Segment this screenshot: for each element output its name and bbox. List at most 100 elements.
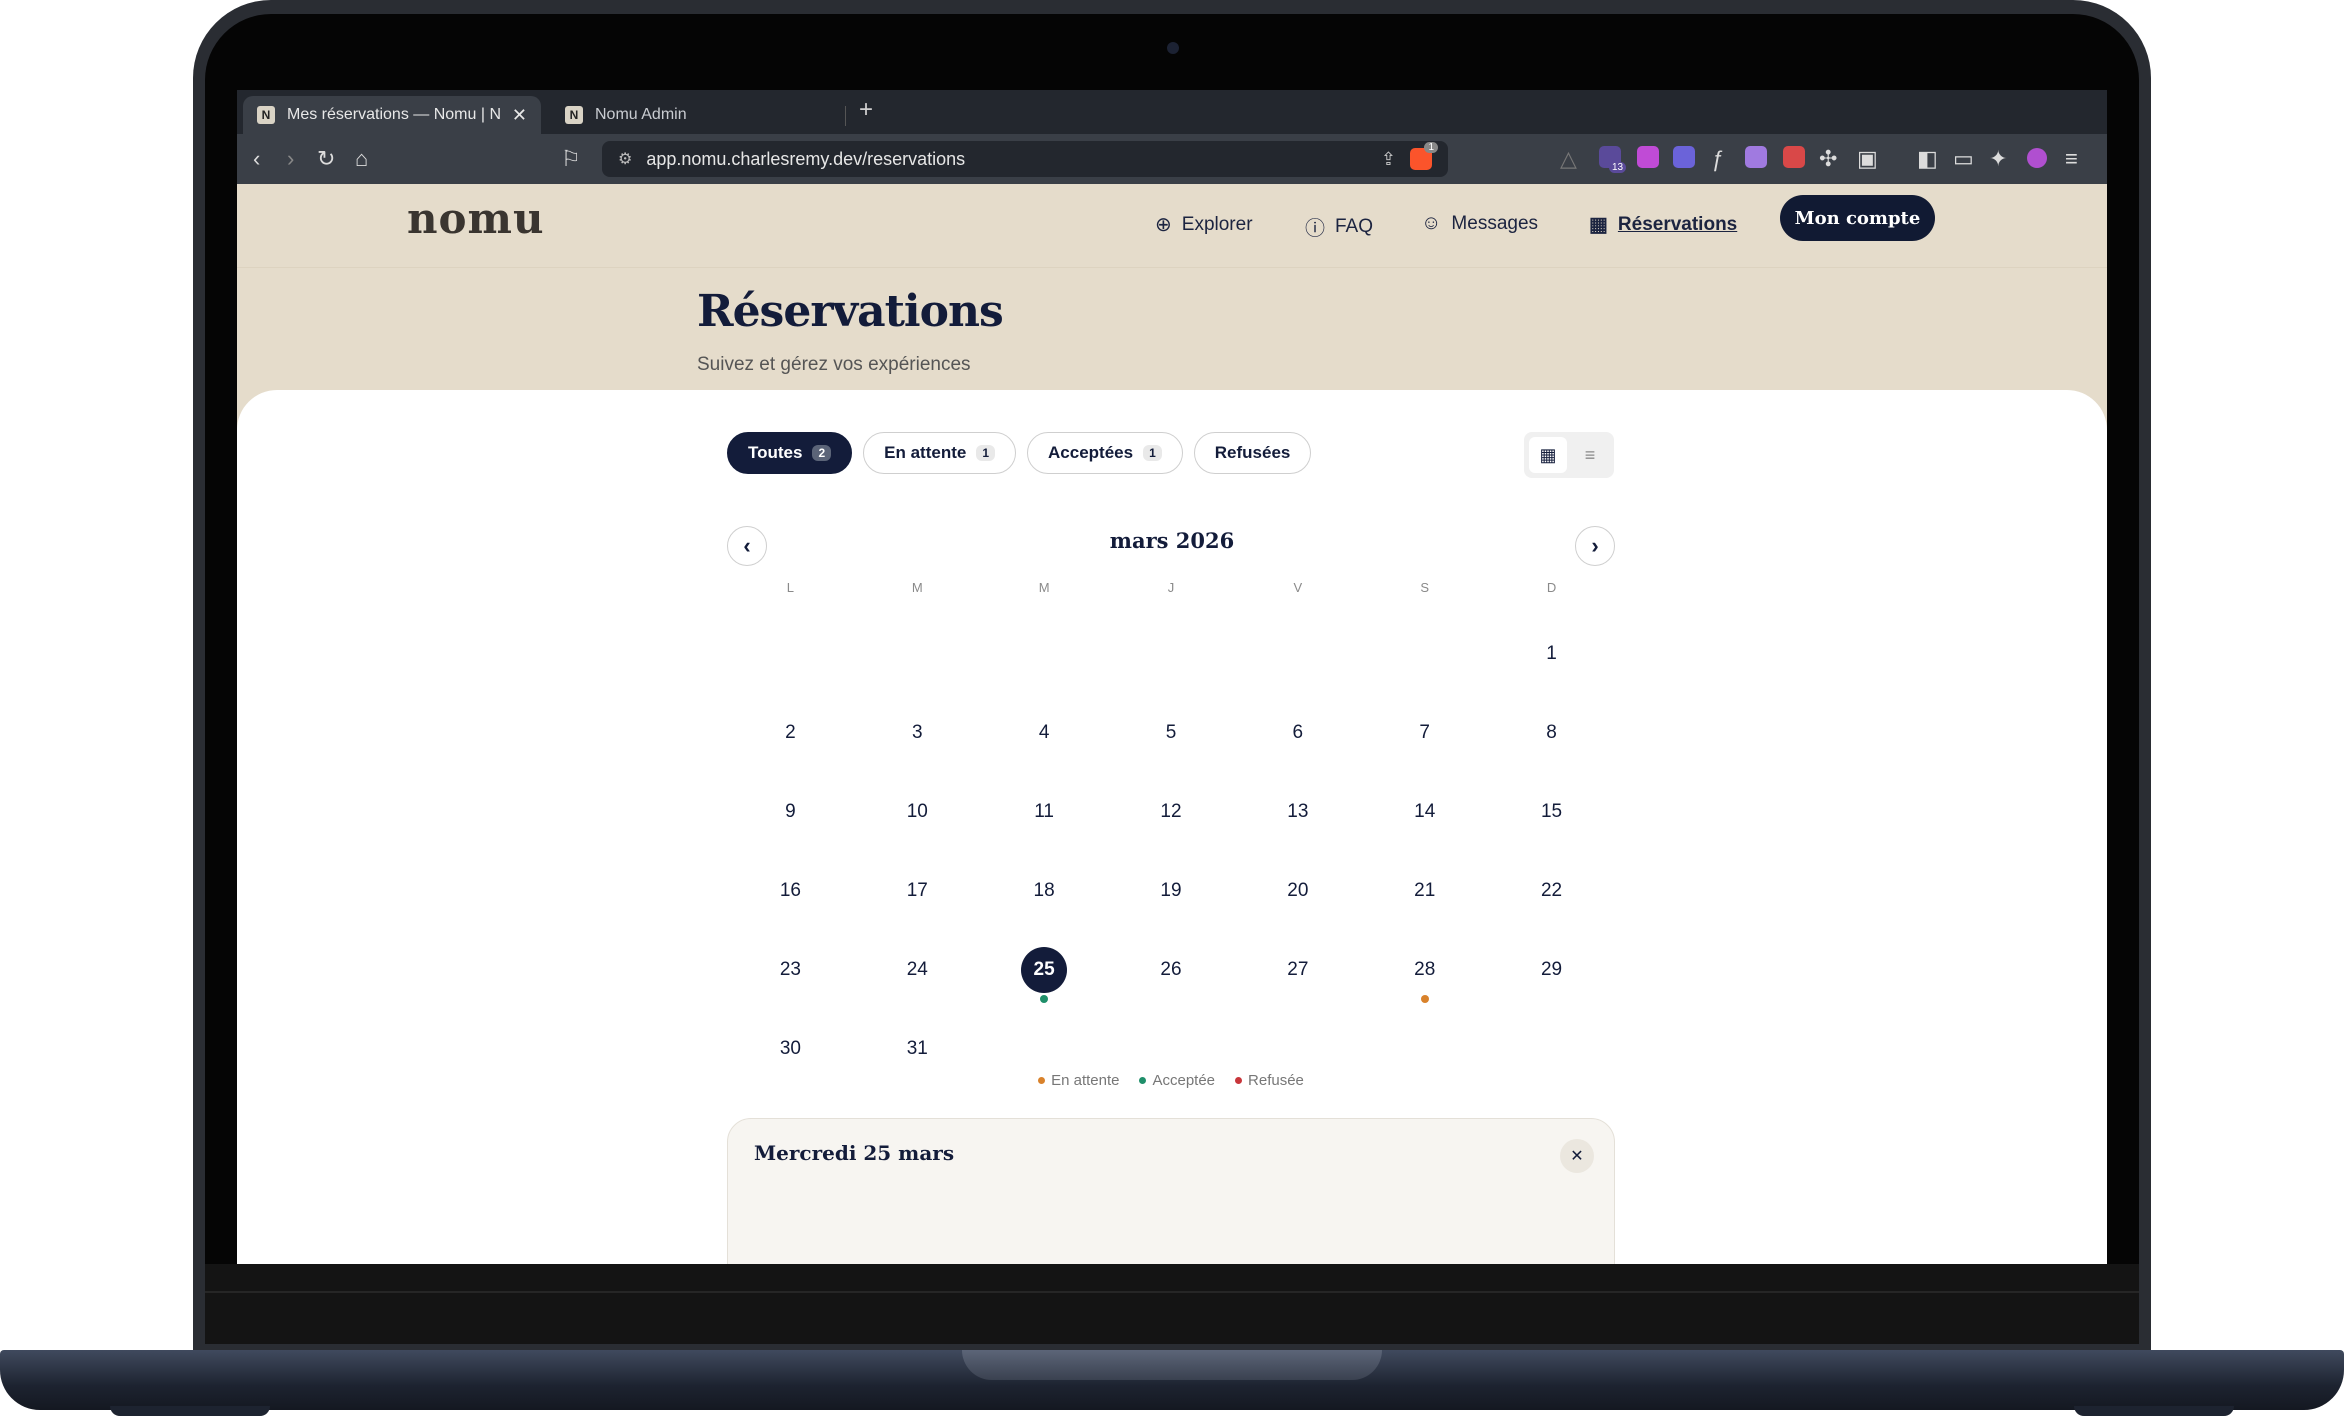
nav-label: FAQ	[1335, 215, 1374, 237]
calendar-day-13[interactable]: 13	[1234, 772, 1361, 851]
calendar-day-12[interactable]: 12	[1108, 772, 1235, 851]
nav-explorer[interactable]: ⊕ Explorer	[1155, 212, 1253, 237]
nomu-favicon-icon: N	[257, 106, 275, 124]
calendar-view-icon[interactable]: ▦	[1529, 437, 1567, 473]
calendar-day-22[interactable]: 22	[1488, 851, 1615, 930]
address-bar[interactable]: ⚙ app.nomu.charlesremy.dev/reservations …	[602, 141, 1448, 177]
new-tab-icon[interactable]: +	[859, 96, 873, 124]
calendar-day-9[interactable]: 9	[727, 772, 854, 851]
rewards-icon[interactable]: △	[1560, 146, 1577, 172]
forward-icon[interactable]: ›	[287, 146, 294, 172]
filter-refused[interactable]: Refusées	[1193, 432, 1312, 474]
list-view-icon[interactable]: ≡	[1571, 437, 1609, 473]
calendar-day-28[interactable]: 28	[1361, 930, 1488, 1009]
day-number: 28	[1414, 958, 1436, 980]
nav-messages[interactable]: ☺ Messages	[1421, 212, 1538, 235]
day-number: 31	[906, 1037, 928, 1059]
calendar-day-3[interactable]: 3	[854, 693, 981, 772]
extension-count-badge: 13	[1609, 162, 1627, 173]
previous-month-button[interactable]: ‹	[727, 526, 767, 566]
calendar-day-18[interactable]: 18	[981, 851, 1108, 930]
tab-reservations[interactable]: N Mes réservations — Nomu | Nomu ✕	[243, 96, 541, 134]
site-header: nomu ⊕ Explorer ⓘ FAQ ☺ Messages ▦ Réser…	[237, 184, 2107, 268]
calendar-day-25[interactable]: 25	[981, 930, 1108, 1009]
calendar-day-21[interactable]: 21	[1361, 851, 1488, 930]
calendar-day-23[interactable]: 23	[727, 930, 854, 1009]
calendar-day-24[interactable]: 24	[854, 930, 981, 1009]
legend-dot	[1038, 1077, 1046, 1084]
calendar-day-10[interactable]: 10	[854, 772, 981, 851]
calendar-day-11[interactable]: 11	[981, 772, 1108, 851]
filter-label: Acceptées	[1048, 443, 1134, 462]
nav-faq[interactable]: ⓘ FAQ	[1305, 212, 1373, 241]
wallet-icon[interactable]: ▭	[1953, 146, 1974, 172]
brave-shield-icon[interactable]: 1	[1410, 142, 1438, 170]
nomu-favicon-icon: N	[565, 106, 583, 124]
status-legend: En attente Acceptée Refusée	[727, 1072, 1615, 1089]
nav-reservations[interactable]: ▦ Réservations	[1589, 212, 1737, 237]
calendar-day-27[interactable]: 27	[1234, 930, 1361, 1009]
back-icon[interactable]: ‹	[253, 146, 260, 172]
bookmark-icon[interactable]: ⚐	[561, 146, 581, 172]
day-number: 10	[906, 800, 928, 822]
extension-purple-icon[interactable]	[1745, 146, 1767, 168]
next-month-button[interactable]: ›	[1575, 526, 1615, 566]
extension-red-icon[interactable]	[1783, 146, 1805, 168]
calendar-day-16[interactable]: 16	[727, 851, 854, 930]
calendar-day-15[interactable]: 15	[1488, 772, 1615, 851]
close-tab-icon[interactable]: ✕	[512, 105, 527, 126]
day-number: 29	[1540, 958, 1563, 980]
globe-icon: ⊕	[1155, 214, 1172, 236]
share-icon[interactable]: ⇪	[1381, 149, 1396, 170]
calendar-blank	[981, 614, 1108, 693]
nomu-logo[interactable]: nomu	[407, 194, 545, 243]
calendar-day-8[interactable]: 8	[1488, 693, 1615, 772]
calendar-day-19[interactable]: 19	[1108, 851, 1235, 930]
calendar-day-4[interactable]: 4	[981, 693, 1108, 772]
puzzle-icon[interactable]: ✣	[1819, 146, 1837, 172]
close-icon[interactable]: ✕	[1560, 1139, 1594, 1173]
day-number: 7	[1419, 721, 1430, 743]
laptop-notch	[962, 1350, 1382, 1380]
reload-icon[interactable]: ↻	[317, 146, 335, 172]
calendar-blank	[1361, 614, 1488, 693]
site-info-icon[interactable]: ⚙	[618, 149, 632, 169]
calendar-day-17[interactable]: 17	[854, 851, 981, 930]
day-number: 13	[1287, 800, 1309, 822]
extension-d-icon[interactable]	[1673, 146, 1695, 168]
day-number: 8	[1546, 721, 1557, 743]
calendar-day-14[interactable]: 14	[1361, 772, 1488, 851]
filter-accepted[interactable]: Acceptées 1	[1027, 432, 1183, 474]
legend-item-refused: Refusée	[1235, 1072, 1304, 1089]
menu-icon[interactable]: ≡	[2065, 146, 2078, 172]
filter-all[interactable]: Toutes 2	[727, 432, 853, 474]
home-icon[interactable]: ⌂	[355, 146, 368, 172]
status-filters: Toutes 2 En attente 1 Acceptées 1 Refusé…	[727, 432, 1312, 474]
legend-item-accepted: Acceptée	[1139, 1072, 1215, 1089]
day-number: 5	[1165, 721, 1177, 743]
extension-pink-icon[interactable]	[1637, 146, 1659, 168]
account-button[interactable]: Mon compte	[1780, 195, 1935, 241]
calendar-day-7[interactable]: 7	[1361, 693, 1488, 772]
calendar-day-5[interactable]: 5	[1108, 693, 1235, 772]
help-icon: ⓘ	[1305, 218, 1325, 240]
calendar-day-29[interactable]: 29	[1488, 930, 1615, 1009]
leo-icon[interactable]: ✦	[1989, 146, 2007, 172]
calendar-day-2[interactable]: 2	[727, 693, 854, 772]
page-subtitle: Suivez et gérez vos expériences	[697, 354, 971, 375]
tab-title: Mes réservations — Nomu | Nomu	[287, 106, 500, 123]
calendar-day-20[interactable]: 20	[1234, 851, 1361, 930]
screenshot-icon[interactable]: ▣	[1857, 146, 1878, 172]
tab-title: Nomu Admin	[595, 106, 687, 123]
day-number: 1	[1546, 642, 1557, 664]
profile-icon[interactable]	[2027, 148, 2047, 168]
calendar-day-6[interactable]: 6	[1234, 693, 1361, 772]
status-dot-accepted	[1040, 995, 1049, 1003]
tab-admin[interactable]: N Nomu Admin	[551, 96, 841, 134]
sidebar-icon[interactable]: ◧	[1917, 146, 1938, 172]
filter-label: Toutes	[748, 443, 803, 462]
font-extension-icon[interactable]: ƒ	[1711, 146, 1723, 172]
calendar-day-1[interactable]: 1	[1488, 614, 1615, 693]
calendar-day-26[interactable]: 26	[1108, 930, 1235, 1009]
filter-pending[interactable]: En attente 1	[863, 432, 1017, 474]
